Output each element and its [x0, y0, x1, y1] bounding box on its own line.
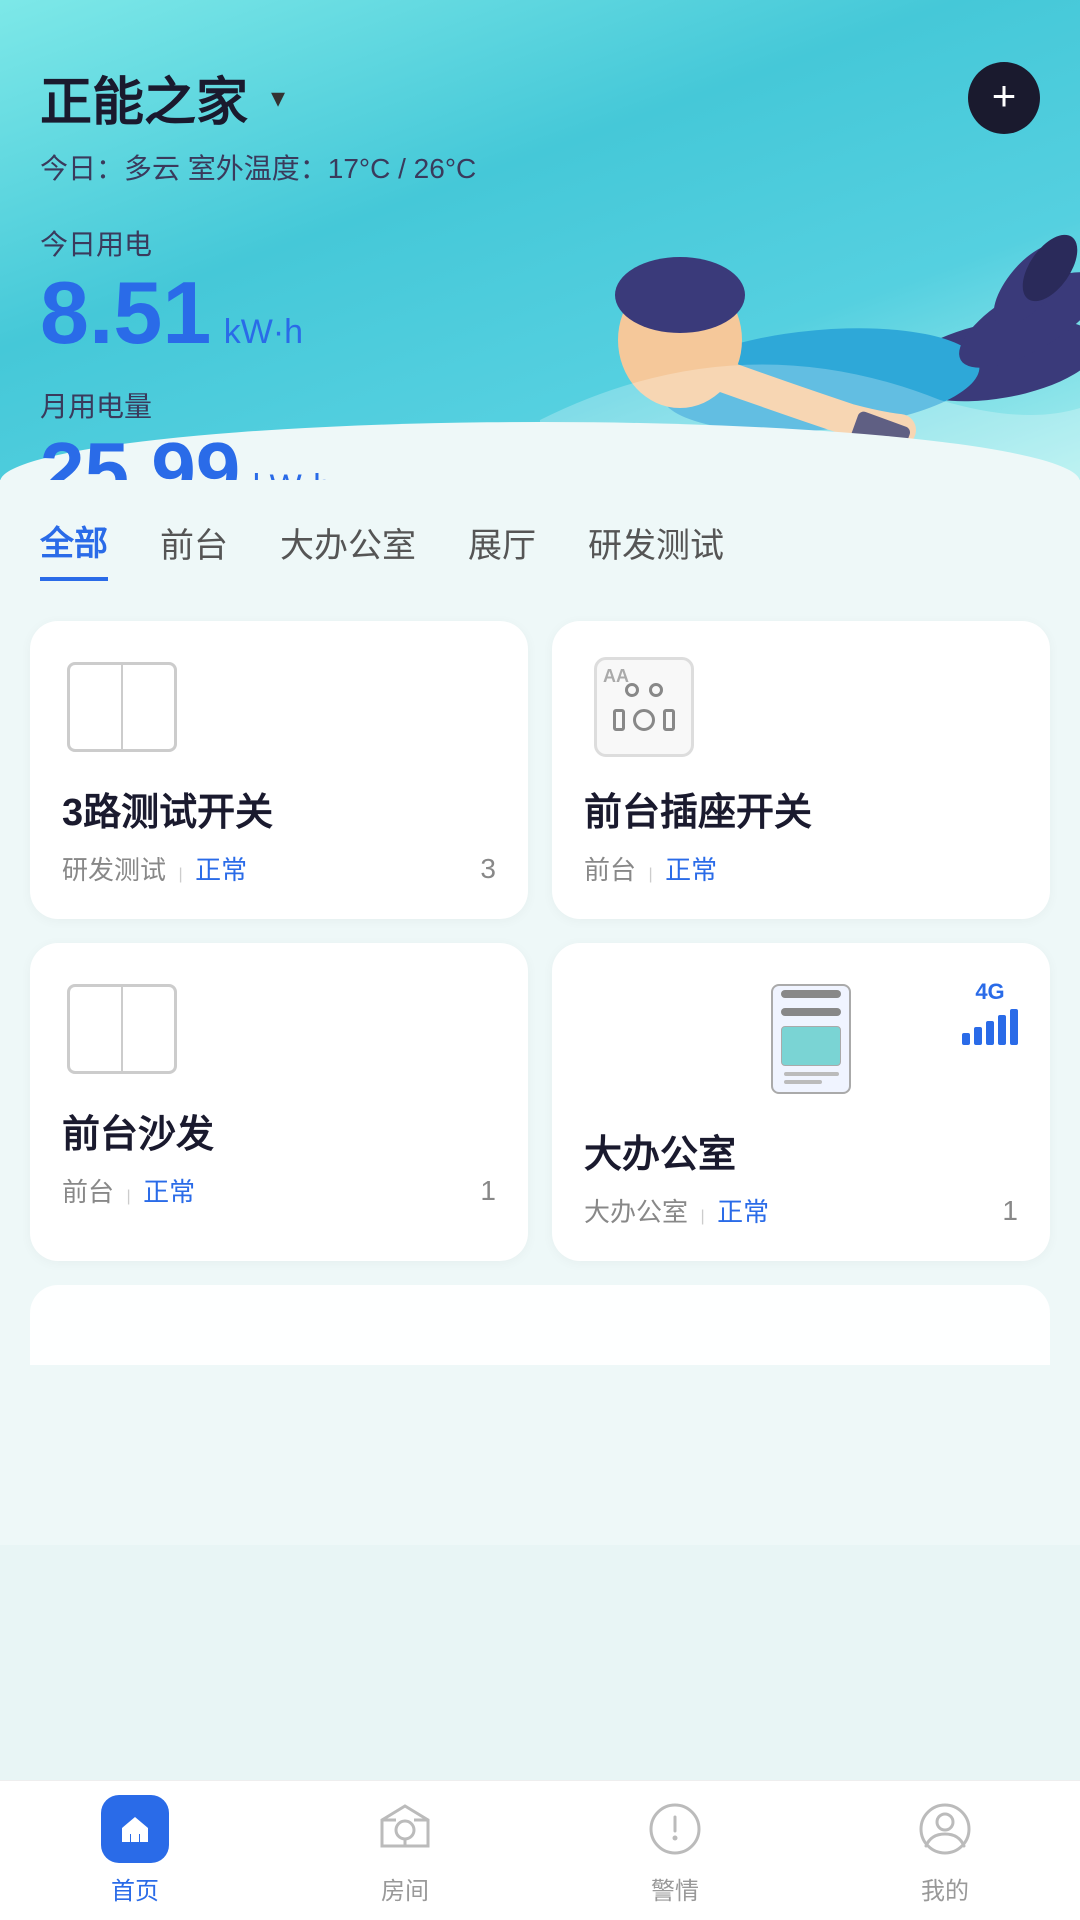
- device-status-1: 正常: [195, 855, 247, 885]
- tab-showroom[interactable]: 展厅: [468, 518, 536, 579]
- switch-panel-left: [70, 665, 123, 749]
- device-location-4: 大办公室: [584, 1197, 688, 1227]
- signal-label: 4G: [975, 979, 1004, 1005]
- device-icon-area-1: [62, 657, 182, 757]
- signal-badge: 4G: [962, 979, 1018, 1045]
- bottom-nav-spacer: [30, 1365, 1050, 1505]
- device-icon-area-4: 4G: [584, 979, 1018, 1099]
- device-card-3[interactable]: 前台沙发 前台 | 正常 1: [30, 943, 528, 1261]
- device-location-3: 前台: [62, 1177, 114, 1207]
- device-location-2: 前台: [584, 855, 636, 885]
- meter-icon: [771, 984, 851, 1094]
- signal-bars-icon: [962, 1009, 1018, 1045]
- daily-energy-label: 今日用电: [40, 223, 1040, 263]
- tab-all[interactable]: 全部: [40, 516, 108, 581]
- device-meta-3: 前台 | 正常 1: [62, 1172, 496, 1209]
- daily-energy-value-row: 8.51 kW·h: [40, 269, 1040, 357]
- nav-home-icon: [101, 1795, 169, 1863]
- device-name-1: 3路测试开关: [62, 781, 496, 836]
- nav-label-alert: 警情: [651, 1871, 699, 1906]
- daily-energy-value: 8.51: [40, 263, 211, 362]
- title-group: 正能之家 ▾: [40, 60, 296, 135]
- device-meta-2: 前台 | 正常: [584, 850, 1018, 887]
- monthly-energy-value-row: 25.99 kW·h: [40, 431, 1040, 480]
- device-card-2[interactable]: AA 前台插座开关 前台 | 正常: [552, 621, 1050, 919]
- hero-section: 正能之家 ▾ + 今日：多云 室外温度：17°C / 26°C 今日用电 8.5…: [0, 0, 1080, 480]
- cards-section: 3路测试开关 研发测试 | 正常 3 AA: [0, 601, 1080, 1545]
- tab-front[interactable]: 前台: [160, 518, 228, 579]
- tab-office[interactable]: 大办公室: [280, 518, 416, 579]
- device-count-3: 1: [480, 1175, 496, 1207]
- device-location-1: 研发测试: [62, 855, 166, 885]
- switch-panel-right-2: [123, 987, 174, 1071]
- monthly-energy-label: 月用电量: [40, 385, 1040, 425]
- monthly-energy-value: 25.99: [40, 426, 240, 480]
- switch-icon: [67, 662, 177, 752]
- partial-card-hint: [30, 1285, 1050, 1365]
- nav-label-room: 房间: [381, 1871, 429, 1906]
- monthly-energy-unit: kW·h: [253, 468, 332, 480]
- nav-item-room[interactable]: 房间: [371, 1795, 439, 1906]
- device-icon-area-2: AA: [584, 657, 704, 757]
- device-meta-1: 研发测试 | 正常 3: [62, 850, 496, 887]
- device-status-4: 正常: [717, 1197, 769, 1227]
- switch-panel-right: [123, 665, 174, 749]
- nav-item-home[interactable]: 首页: [101, 1795, 169, 1906]
- tabs-section: 全部 前台 大办公室 展厅 研发测试: [0, 480, 1080, 601]
- switch-icon-2: [67, 984, 177, 1074]
- nav-item-alert[interactable]: 警情: [641, 1795, 709, 1906]
- tabs-row: 全部 前台 大办公室 展厅 研发测试: [40, 516, 1040, 581]
- nav-label-mine: 我的: [921, 1871, 969, 1906]
- device-name-2: 前台插座开关: [584, 781, 1018, 836]
- bottom-nav: 首页 房间 警情: [0, 1780, 1080, 1920]
- device-status-2: 正常: [665, 855, 717, 885]
- tab-rd[interactable]: 研发测试: [588, 518, 724, 579]
- chevron-down-icon[interactable]: ▾: [260, 80, 296, 116]
- device-count-1: 3: [480, 853, 496, 885]
- daily-energy-unit: kW·h: [224, 313, 303, 351]
- app-title: 正能之家: [40, 60, 248, 135]
- device-name-4: 大办公室: [584, 1123, 1018, 1178]
- switch-panel-left-2: [70, 987, 123, 1071]
- nav-item-mine[interactable]: 我的: [911, 1795, 979, 1906]
- device-count-4: 1: [1002, 1195, 1018, 1227]
- device-card-1[interactable]: 3路测试开关 研发测试 | 正常 3: [30, 621, 528, 919]
- device-name-3: 前台沙发: [62, 1103, 496, 1158]
- nav-label-home: 首页: [111, 1871, 159, 1906]
- device-meta-4: 大办公室 | 正常 1: [584, 1192, 1018, 1229]
- energy-section: 今日用电 8.51 kW·h 月用电量 25.99 kW·h: [40, 223, 1040, 480]
- outlet-icon: AA: [594, 657, 694, 757]
- device-status-3: 正常: [143, 1177, 195, 1207]
- device-card-4[interactable]: 4G 大办公室 大办公室 | 正常 1: [552, 943, 1050, 1261]
- device-icon-area-3: [62, 979, 182, 1079]
- device-cards-grid: 3路测试开关 研发测试 | 正常 3 AA: [30, 621, 1050, 1261]
